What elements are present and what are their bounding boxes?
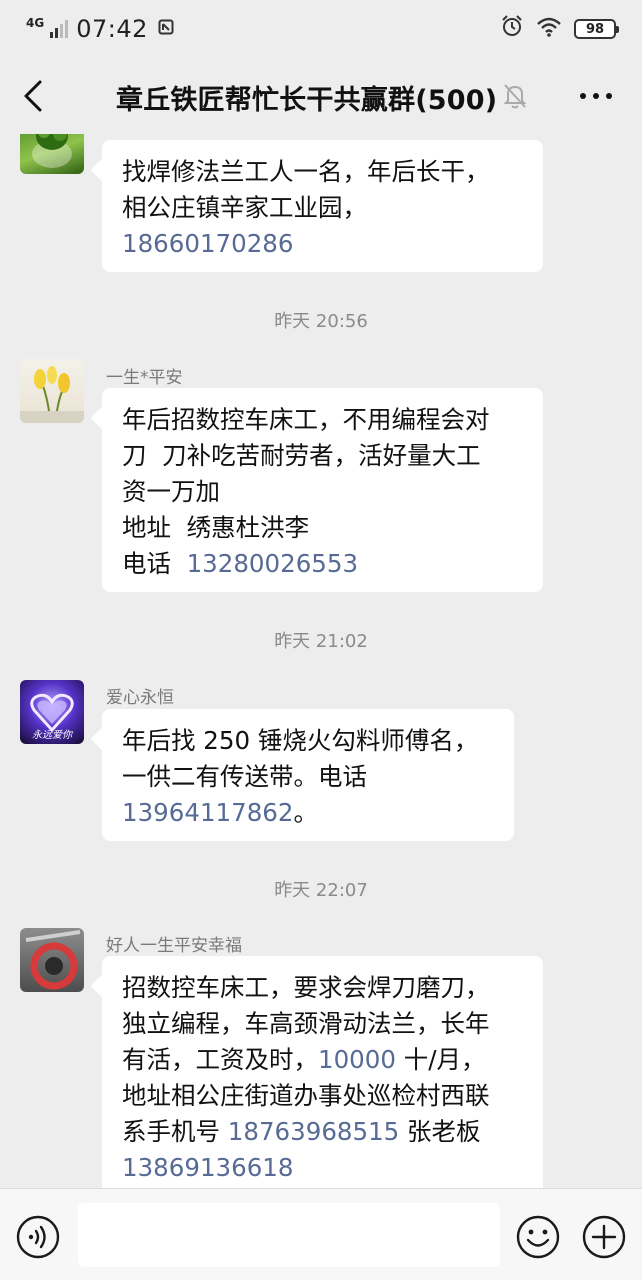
phone-link[interactable]: 13280026553 (187, 549, 358, 578)
message-bubble[interactable]: 年后招数控车床工，不用编程会对 刀 刀补吃苦耐劳者，活好量大工 资一万加 地址 … (102, 388, 543, 592)
alarm-icon (500, 14, 524, 44)
phone-link[interactable]: 18660170286 (122, 229, 293, 258)
status-left: 4G 07:42 (26, 15, 174, 43)
chat-header: 章丘铁匠帮忙长干共赢群(500) (0, 58, 642, 134)
emoji-button[interactable] (516, 1215, 560, 1259)
phone-link[interactable]: 13869136618 (122, 1153, 293, 1182)
chevron-left-icon (24, 80, 42, 112)
message-line: 相公庄镇辛家工业园， (122, 193, 367, 222)
more-button[interactable] (578, 90, 614, 102)
message-line: 招数控车床工，要求会焊刀磨刀， (122, 973, 490, 1002)
timestamp: 昨天 20:56 (274, 311, 368, 332)
message-input[interactable] (78, 1203, 500, 1267)
message-line: 18660170286 (122, 226, 525, 262)
message-line: 一供二有传送带。电话 (122, 762, 367, 791)
message-line: 刀 刀补吃苦耐劳者，活好量大工 (122, 441, 481, 470)
avatar[interactable] (20, 134, 84, 174)
battery-icon: 98 (574, 19, 619, 39)
message-line: 地址相公庄街道办事处巡检村西联 (122, 1081, 490, 1110)
message-line: 系手机号 18763968515 张老板 (122, 1117, 481, 1146)
message-line: 年后找 250 锤烧火勾料师傅名， (122, 726, 479, 755)
message-line: 13869136618 (122, 1150, 525, 1186)
back-button[interactable] (18, 78, 52, 114)
sender-name: 一生*平安 (106, 368, 183, 388)
message-line: 有活，工资及时，10000 十/月， (122, 1045, 486, 1074)
status-bar: 4G 07:42 98 (0, 0, 642, 58)
phone-link[interactable]: 13964117862 (122, 798, 293, 827)
wifi-icon (536, 15, 562, 43)
message-line: 电话 13280026553 (122, 549, 359, 578)
signal-icon (50, 20, 69, 38)
plus-icon (582, 1215, 626, 1259)
nfc-icon (158, 19, 174, 40)
message-bubble[interactable]: 年后找 250 锤烧火勾料师傅名， 一供二有传送带。电话 13964117862… (102, 709, 514, 841)
number-link[interactable]: 10000 (318, 1045, 396, 1074)
avatar[interactable] (20, 359, 84, 423)
sender-name: 爱心永恒 (106, 688, 174, 708)
status-time: 07:42 (76, 15, 148, 43)
plus-button[interactable] (582, 1215, 626, 1259)
message-line: 年后招数控车床工，不用编程会对 (122, 405, 490, 434)
chat-title[interactable]: 章丘铁匠帮忙长干共赢群(500) (116, 78, 497, 117)
sender-name: 好人一生平安幸福 (106, 936, 242, 956)
avatar[interactable] (20, 928, 84, 992)
input-bar (0, 1188, 642, 1280)
bell-off-icon (502, 82, 528, 110)
message-line: 资一万加 (122, 477, 220, 506)
timestamp: 昨天 21:02 (274, 631, 368, 652)
status-right: 98 (500, 14, 619, 44)
message-line: 独立编程，车高颈滑动法兰，长年 (122, 1009, 490, 1038)
message-bubble[interactable]: 找焊修法兰工人一名，年后长干， 相公庄镇辛家工业园， 18660170286 (102, 140, 543, 272)
message-line: 找焊修法兰工人一名，年后长干， (122, 157, 490, 186)
network-type: 4G (26, 16, 45, 30)
message-bubble[interactable]: 招数控车床工，要求会焊刀磨刀， 独立编程，车高颈滑动法兰，长年 有活，工资及时，… (102, 956, 543, 1188)
voice-button[interactable] (16, 1215, 60, 1259)
voice-icon (16, 1215, 60, 1259)
emoji-icon (516, 1215, 560, 1259)
avatar[interactable]: 永远爱你 (20, 680, 84, 744)
message-line: 13964117862。 (122, 798, 318, 827)
chat-messages[interactable]: 找焊修法兰工人一名，年后长干， 相公庄镇辛家工业园， 18660170286 昨… (0, 134, 642, 1188)
avatar-text: 永远爱你 (32, 730, 72, 741)
message-line: 地址 绣惠杜洪李 (122, 513, 310, 542)
phone-link[interactable]: 18763968515 (228, 1117, 399, 1146)
timestamp: 昨天 22:07 (274, 880, 368, 901)
